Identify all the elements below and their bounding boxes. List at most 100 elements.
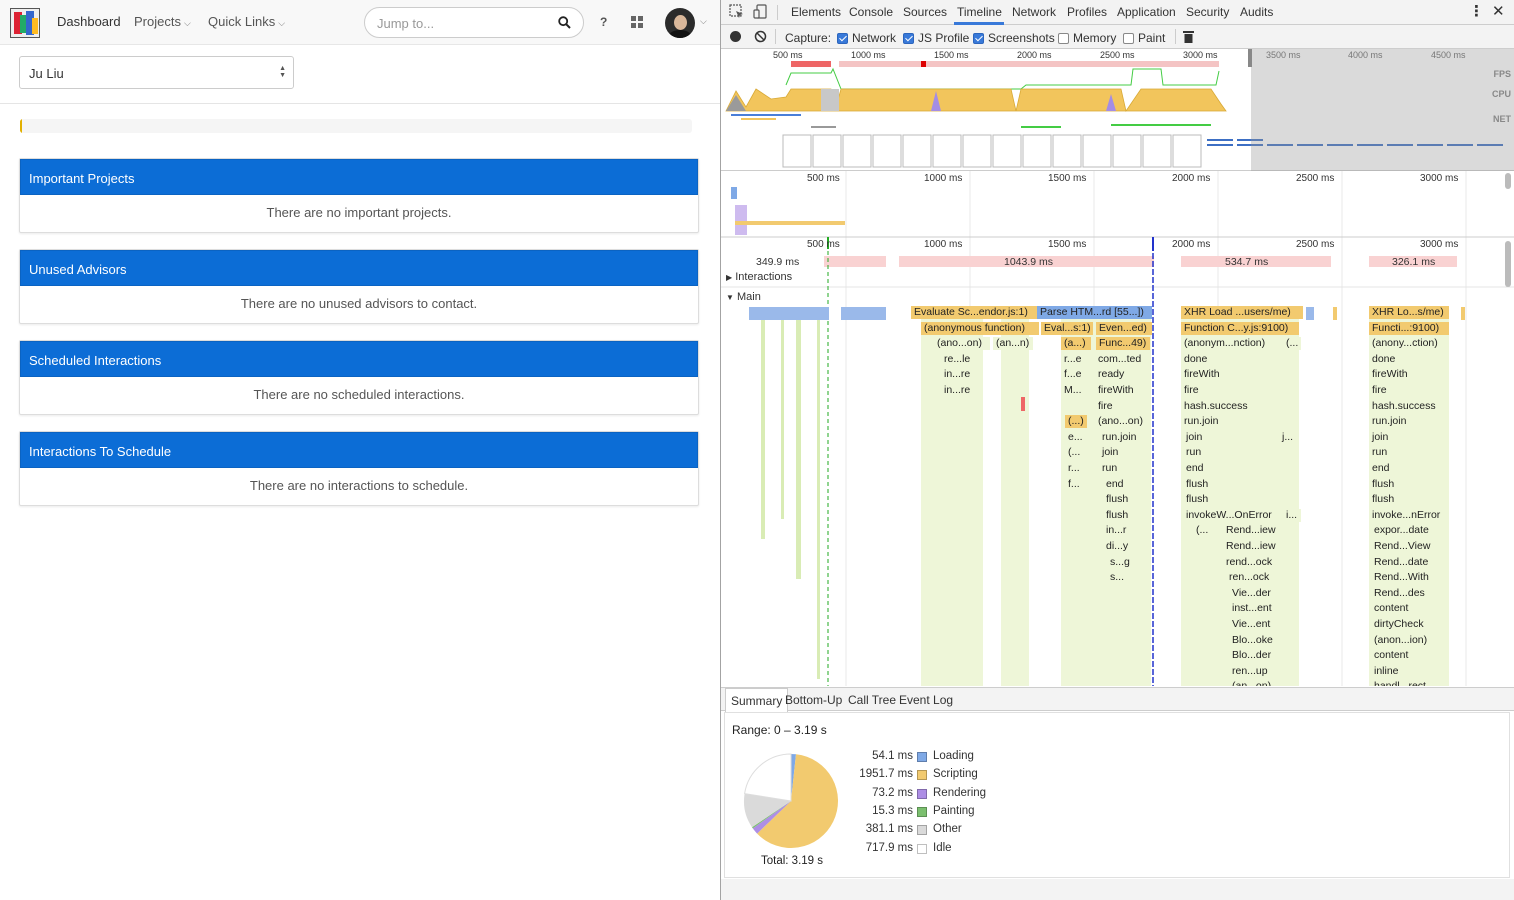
flame-block[interactable]: ren...ock [1226,571,1279,585]
flame-block[interactable]: Rend...iew [1223,540,1279,553]
chevron-down-icon[interactable]: ⌵ [700,16,707,27]
flame-block[interactable]: content [1371,649,1449,663]
flame-block[interactable]: Function C...y.js:9100) [1181,321,1299,335]
flame-block[interactable]: (anony...ction) [1369,337,1449,351]
tab-bottom-up[interactable]: Bottom-Up [785,693,842,707]
flame-block[interactable]: fire [1095,399,1151,413]
flame-block[interactable]: Rend...iew [1223,524,1279,538]
flame-block[interactable]: Functi...:9100) [1369,321,1449,335]
main-track-toggle[interactable]: ▼ Main [726,291,761,303]
tab-summary[interactable]: Summary [725,688,789,712]
flame-block[interactable]: ren...up [1229,664,1279,678]
flame-block[interactable]: done [1369,352,1449,366]
range-handle[interactable] [1248,49,1252,67]
flame-block[interactable]: i... [1283,508,1301,522]
flame-block[interactable]: f... [1065,477,1087,491]
flame-block[interactable]: in...re [941,384,977,397]
flame-block[interactable]: XHR Lo...s/me) [1369,306,1449,319]
flame-block[interactable]: (... [1065,446,1087,460]
frame-duration[interactable]: 534.7 ms [1225,256,1268,268]
flame-block[interactable]: f...e [1061,368,1091,382]
search-icon[interactable] [558,16,571,29]
flame-block[interactable]: di...y [1103,540,1151,553]
flame-block[interactable]: rend...ock [1223,555,1279,569]
flame-block[interactable]: invokeW...OnError [1183,508,1283,522]
tab-application[interactable]: Application [1117,5,1176,19]
flame-block[interactable]: hash.success [1181,399,1281,413]
flame-block[interactable]: flush [1103,508,1151,522]
capture-paint-checkbox[interactable]: Paint [1123,31,1165,45]
flame-block[interactable]: com...ted [1095,352,1151,366]
flame-block[interactable]: content [1371,602,1449,616]
flame-block[interactable]: XHR Load ...users/me) [1181,306,1303,319]
flame-block[interactable]: join [1369,430,1449,444]
flame-block[interactable]: (anonymous function) [921,321,1039,335]
flame-block[interactable]: handl...rect [1371,680,1449,686]
tab-timeline[interactable]: Timeline [957,5,1002,19]
flame-block[interactable]: inst...ent [1229,602,1279,616]
flame-block[interactable]: end [1103,477,1151,491]
flame-block[interactable]: hash.success [1369,399,1449,413]
jump-to-input[interactable] [375,15,545,32]
trash-icon[interactable] [1183,30,1194,43]
flame-block[interactable]: join [1183,430,1263,444]
frame-duration[interactable]: 326.1 ms [1392,256,1435,268]
tab-console[interactable]: Console [849,5,893,19]
flame-block[interactable]: (an...on) [1229,680,1279,686]
flame-block[interactable]: (ano...on) [934,337,990,351]
user-avatar[interactable] [665,8,695,38]
flame-block[interactable]: flush [1183,477,1263,491]
flame-block[interactable]: flush [1183,493,1263,507]
flame-block[interactable]: join [1099,446,1151,460]
flame-block[interactable]: dirtyCheck [1371,618,1449,631]
tab-audits[interactable]: Audits [1240,5,1273,19]
app-logo[interactable] [10,8,40,38]
flame-block[interactable]: run.join [1369,415,1449,429]
flame-block[interactable]: (an...n) [993,337,1033,351]
flame-block[interactable]: in...r [1103,524,1151,538]
flame-block[interactable]: run [1183,446,1263,460]
tab-elements[interactable]: Elements [791,5,841,19]
flame-block[interactable]: Rend...date [1371,555,1449,569]
flame-block[interactable]: ready [1095,368,1151,382]
flame-block[interactable]: run [1099,462,1151,475]
flame-block[interactable]: (anonym...nction) [1181,337,1281,351]
user-select[interactable]: Ju Liu ▲ ▼ [19,56,294,89]
flame-block[interactable]: Even...ed) [1096,321,1152,335]
flame-block[interactable]: expor...date [1371,524,1449,538]
flame-block[interactable]: end [1183,462,1263,475]
flame-block[interactable]: fireWith [1181,368,1281,382]
nav-dashboard-link[interactable]: Dashboard [57,14,121,29]
apps-grid-icon[interactable] [631,16,643,28]
flame-block[interactable]: (...) [1065,415,1087,429]
flame-block[interactable]: run [1369,446,1449,460]
close-icon[interactable]: ✕ [1492,2,1505,20]
flame-block[interactable]: in...re [941,368,977,382]
flame-block[interactable]: Vie...der [1229,586,1279,600]
flame-block[interactable]: Rend...View [1371,540,1449,553]
capture-js-profile-checkbox[interactable]: JS Profile [903,31,969,45]
flame-block[interactable]: run.join [1099,430,1151,444]
frame-duration[interactable]: 349.9 ms [756,256,799,268]
flame-block[interactable]: s... [1107,571,1151,585]
flame-block[interactable]: fire [1369,384,1449,397]
more-options-icon[interactable]: ⋮ [1469,2,1484,20]
flame-block[interactable]: flush [1369,493,1449,507]
flame-block[interactable]: fireWith [1095,384,1151,397]
flame-block[interactable]: Blo...oke [1229,633,1279,647]
flame-block[interactable]: Rend...With [1371,571,1449,585]
flame-block[interactable]: fire [1181,384,1281,397]
capture-network-checkbox[interactable]: Network [837,31,896,45]
flame-block[interactable]: j... [1279,430,1299,444]
flame-block[interactable]: r...e [1061,352,1091,366]
flame-block[interactable]: r... [1065,462,1087,475]
tab-event-log[interactable]: Event Log [899,693,953,707]
flame-block[interactable]: Eval...s:1) [1041,321,1093,335]
capture-screenshots-checkbox[interactable]: Screenshots [973,31,1055,45]
flame-block[interactable]: e... [1065,430,1087,444]
nav-quick-links-dropdown[interactable]: Quick Links ⌵ [208,14,285,29]
tab-sources[interactable]: Sources [903,5,947,19]
help-button[interactable]: ? [600,15,607,29]
flame-block[interactable]: end [1369,462,1449,475]
nav-projects-dropdown[interactable]: Projects ⌵ [134,14,191,29]
